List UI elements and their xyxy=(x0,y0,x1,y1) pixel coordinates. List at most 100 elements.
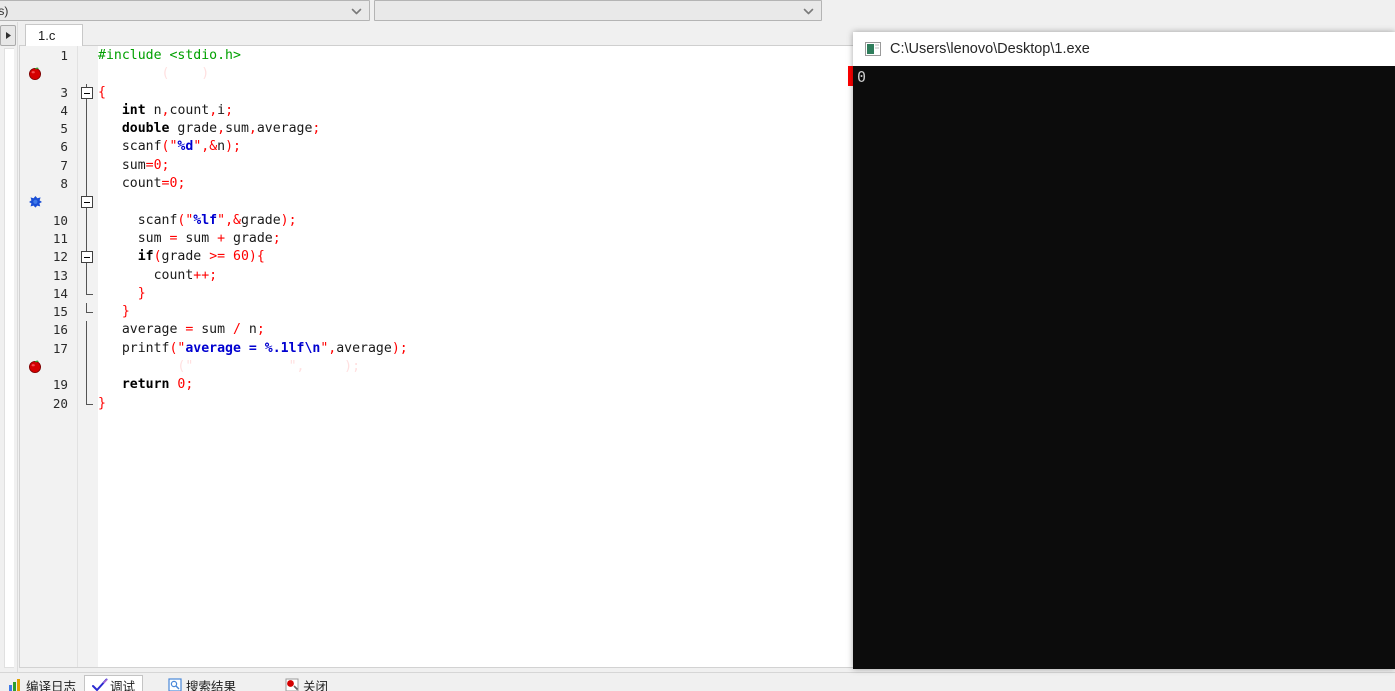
console-titlebar[interactable]: C:\Users\lenovo\Desktop\1.exe xyxy=(853,32,1395,66)
code-line[interactable]: average = sum / n; xyxy=(98,321,861,339)
line-number[interactable]: 7 xyxy=(20,157,77,175)
chevron-down-icon[interactable] xyxy=(350,5,363,18)
code-text-area[interactable]: #include <stdio.h> int main(void){ int n,… xyxy=(98,46,861,667)
line-number[interactable]: 14 xyxy=(20,285,77,303)
compiler-select[interactable]: .s) xyxy=(0,0,370,21)
code-token: count xyxy=(98,176,162,192)
code-line[interactable]: scanf("%d",&n); xyxy=(98,138,861,156)
line-number[interactable]: 16 xyxy=(20,321,77,339)
code-line[interactable]: int n,count,i; xyxy=(98,102,861,120)
fold-marker[interactable] xyxy=(78,156,98,176)
debug-current-line-icon[interactable] xyxy=(20,193,77,211)
code-line[interactable]: count=0; xyxy=(98,175,861,193)
line-number[interactable]: 3 xyxy=(20,84,77,102)
code-token: grade xyxy=(161,249,210,265)
code-line[interactable]: printf("average = %.1lf\n",average); xyxy=(98,340,861,358)
code-line[interactable]: scanf("%lf",&grade); xyxy=(98,212,861,230)
fold-marker[interactable] xyxy=(78,101,98,121)
editor-tabbar: 1.c xyxy=(19,22,862,47)
line-number[interactable]: 1 xyxy=(20,47,77,65)
code-token: average = %.1lf\n xyxy=(185,340,321,356)
line-number[interactable]: 10 xyxy=(20,212,77,230)
breakpoint-icon[interactable] xyxy=(28,66,43,81)
line-number[interactable]: 17 xyxy=(20,340,77,358)
fold-marker[interactable] xyxy=(78,248,98,267)
fold-marker[interactable] xyxy=(78,376,98,395)
console-output-area[interactable]: 0 xyxy=(853,66,1395,669)
console-window[interactable]: C:\Users\lenovo\Desktop\1.exe 0 xyxy=(853,32,1395,669)
line-number[interactable]: 8 xyxy=(20,175,77,193)
fold-marker[interactable] xyxy=(78,266,98,285)
fold-marker[interactable] xyxy=(78,83,98,102)
code-token: average xyxy=(256,121,313,137)
code-token: ", xyxy=(217,212,234,228)
fold-marker[interactable] xyxy=(78,211,98,230)
fold-marker[interactable] xyxy=(78,358,98,377)
fold-marker[interactable] xyxy=(78,138,98,157)
breakpoint-icon[interactable] xyxy=(20,65,77,83)
line-number-gutter[interactable]: 1 3 4 5 6 7 8 10 11 12 13 14 15 16 17 19 20 xyxy=(20,46,78,667)
code-line[interactable]: printf("count = %d\n",count); xyxy=(98,358,861,376)
bottom-tab-1[interactable]: 编译日志 xyxy=(0,675,84,691)
code-token: } xyxy=(137,285,146,301)
code-editor[interactable]: 1 3 4 5 6 7 8 10 11 12 13 14 15 16 17 19 20 #include <st… xyxy=(19,46,862,668)
breakpoint-icon[interactable] xyxy=(28,359,43,374)
fold-marker[interactable] xyxy=(78,47,98,65)
code-token xyxy=(98,304,122,319)
code-token: sum xyxy=(193,322,233,338)
code-line[interactable]: sum=0; xyxy=(98,157,861,175)
code-line[interactable]: double grade,sum,average; xyxy=(98,120,861,138)
bottom-tab-4[interactable]: 关闭 xyxy=(277,675,336,691)
code-line[interactable]: sum = sum + grade; xyxy=(98,230,861,248)
fold-marker[interactable] xyxy=(78,321,98,340)
expand-panel-button[interactable] xyxy=(0,25,16,46)
line-number[interactable]: 19 xyxy=(20,376,77,394)
fold-marker[interactable] xyxy=(78,303,98,321)
scope-select[interactable] xyxy=(374,0,822,21)
fold-marker[interactable] xyxy=(78,175,98,194)
code-line[interactable]: return 0; xyxy=(98,376,861,394)
fold-marker[interactable] xyxy=(78,193,98,212)
console-output-line: 0 xyxy=(857,68,867,86)
line-number[interactable]: 4 xyxy=(20,102,77,120)
line-number[interactable]: 6 xyxy=(20,138,77,156)
code-token: n xyxy=(145,102,162,118)
bottom-tab-label: 搜索结果 xyxy=(186,679,237,691)
code-line[interactable]: count++; xyxy=(98,267,861,285)
code-line[interactable]: for(i=1;i<=n;i++){ xyxy=(98,193,861,211)
code-line[interactable]: if(grade >= 60){ xyxy=(98,248,861,266)
bottom-tab-2[interactable]: 调试 xyxy=(84,675,144,691)
fold-marker[interactable] xyxy=(78,120,98,139)
code-token xyxy=(98,286,138,301)
code-token: >= xyxy=(209,249,226,265)
triangle-right-icon xyxy=(5,32,11,39)
editor-tab-label: 1.c xyxy=(38,28,56,43)
chevron-down-icon[interactable] xyxy=(802,5,815,18)
code-line[interactable]: } xyxy=(98,285,861,303)
code-token: & xyxy=(233,212,241,228)
line-number[interactable]: 13 xyxy=(20,267,77,285)
code-token: ", xyxy=(193,139,210,155)
code-folding-column[interactable] xyxy=(78,46,98,667)
fold-marker[interactable] xyxy=(78,284,98,303)
line-number[interactable]: 12 xyxy=(20,248,77,266)
line-number[interactable]: 20 xyxy=(20,395,77,413)
line-number[interactable]: 11 xyxy=(20,230,77,248)
code-token: , xyxy=(161,102,170,118)
fold-marker[interactable] xyxy=(78,65,98,83)
code-token: ){ xyxy=(249,194,265,210)
fold-marker[interactable] xyxy=(78,229,98,249)
code-line[interactable]: int main(void) xyxy=(98,65,861,83)
debug-current-line-icon[interactable] xyxy=(28,194,43,209)
code-line[interactable]: } xyxy=(98,303,861,321)
fold-marker[interactable] xyxy=(78,339,98,359)
breakpoint-icon[interactable] xyxy=(20,358,77,376)
editor-tab-1c[interactable]: 1.c xyxy=(25,24,83,47)
fold-marker[interactable] xyxy=(78,394,98,413)
code-line[interactable]: } xyxy=(98,395,861,413)
bottom-tab-3[interactable]: 搜索结果 xyxy=(160,675,244,691)
code-line[interactable]: #include <stdio.h> xyxy=(98,47,861,65)
code-line[interactable]: { xyxy=(98,84,861,102)
line-number[interactable]: 5 xyxy=(20,120,77,138)
line-number[interactable]: 15 xyxy=(20,303,77,321)
